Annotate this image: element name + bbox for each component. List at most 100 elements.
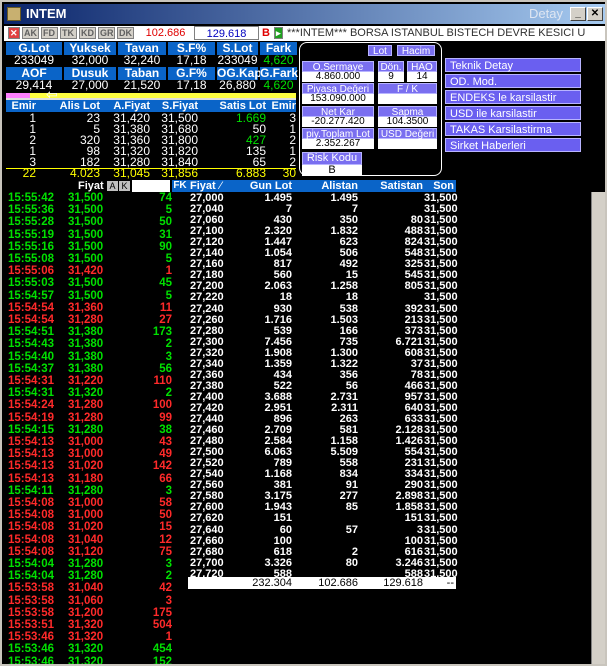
- trade-time: 15:55:42: [8, 192, 55, 204]
- trade-row: 15:53:46 31,320 454: [6, 643, 186, 656]
- summary-value2-2: 21,520: [123, 78, 161, 92]
- trade-price: 31,280: [68, 314, 104, 326]
- trade-time: 15:55:06: [8, 265, 55, 278]
- orderbook-cell: 735: [339, 335, 358, 348]
- close-tab-icon[interactable]: ✕: [8, 27, 20, 39]
- orderbook-cell: 27,640: [190, 523, 224, 536]
- trade-price: 31,500: [68, 228, 104, 241]
- orderbook-cell: 60: [279, 523, 292, 536]
- trade-lot: 3: [165, 484, 172, 497]
- orderbook-total: 102.686: [318, 577, 358, 589]
- trade-row: 15:53:58 31,040 42: [6, 582, 186, 595]
- orderbook-cell: 100: [404, 534, 423, 547]
- orderbook-cell: 151: [273, 512, 292, 525]
- toolbar-button-tk[interactable]: TK: [60, 27, 77, 39]
- trade-row: 15:53:46 31,320 152: [6, 655, 186, 666]
- trade-price: 31,380: [68, 338, 104, 351]
- trade-lot: 1: [165, 265, 172, 278]
- trade-row: 15:54:04 31,280 2: [6, 570, 186, 582]
- trade-price: 31,000: [68, 497, 104, 509]
- trade-lot: 2: [165, 387, 172, 400]
- scrollbar[interactable]: [591, 192, 605, 664]
- trade-row: 15:54:08 31,000 58: [6, 497, 186, 509]
- depth-total-cell: 6.883: [235, 166, 266, 180]
- trade-price: 31,500: [68, 204, 104, 217]
- trade-row: 15:53:46 31,320 1: [6, 631, 186, 643]
- toolbar-button-fd[interactable]: FD: [41, 27, 58, 39]
- trade-price: 31,380: [68, 362, 104, 375]
- trade-price: 31,000: [68, 509, 104, 522]
- trade-lot: 3: [165, 558, 172, 570]
- fk-button[interactable]: FK: [172, 180, 188, 192]
- trade-row: 15:54:54 31,280 27: [6, 314, 186, 326]
- depth-total-cell: 31,856: [161, 166, 198, 180]
- trade-lot: 15: [159, 521, 172, 534]
- trade-time: 15:54:08: [8, 521, 55, 534]
- trade-lot: 152: [152, 655, 172, 666]
- orderbook-row: 27,280 539 166 373 31,500: [188, 324, 458, 337]
- trade-price: 31,280: [68, 484, 104, 497]
- trade-time: 15:53:46: [8, 643, 55, 656]
- trade-filter-input[interactable]: [132, 180, 170, 192]
- sapma-value: 104.3500: [378, 117, 437, 127]
- orderbook-header-2: Alistan: [321, 180, 358, 192]
- trade-lot: 90: [159, 240, 172, 253]
- trade-price: 31,500: [68, 240, 104, 253]
- trade-price: 31,420: [68, 265, 104, 278]
- menu-item-3[interactable]: USD ile karsilastir: [445, 106, 581, 120]
- toolbar-button-ak[interactable]: AK: [22, 27, 39, 39]
- trade-row: 15:54:04 31,280 3: [6, 558, 186, 570]
- orderbook-total: --: [446, 577, 454, 589]
- trade-price: 31,320: [68, 387, 104, 400]
- trade-lot: 100: [152, 399, 172, 412]
- close-icon[interactable]: ✕: [587, 7, 603, 21]
- app-window: INTEM Detay _ ✕ ✕ AK FD TK KD GR DK 102.686 1…: [0, 0, 607, 666]
- orderbook-cell: 538: [339, 302, 358, 315]
- orderbook-cell: 31,500: [424, 534, 458, 547]
- trade-row: 15:54:08 31,120 75: [6, 546, 186, 558]
- orderbook-cell: 27,660: [190, 534, 224, 547]
- menu-item-2[interactable]: ENDEKS le karsilastir: [445, 90, 581, 104]
- sort-k-button[interactable]: K: [119, 181, 130, 191]
- trade-time: 15:54:37: [8, 362, 55, 375]
- trade-row: 15:55:03 31,500 45: [6, 278, 186, 290]
- toolbar-button-kd[interactable]: KD: [79, 27, 96, 39]
- trade-lot: 42: [159, 582, 172, 595]
- summary-value2-4: 26,880: [219, 78, 256, 92]
- toolbar-button-gr[interactable]: GR: [98, 27, 115, 39]
- orderbook-cell: 27,280: [190, 324, 224, 337]
- news-ticker: ***INTEM*** BORSA ISTANBUL BISTECH DEVRE…: [287, 27, 586, 39]
- minimize-icon[interactable]: _: [570, 7, 586, 21]
- orderbook-row: 27,260 1.716 1.503 213 31,500: [188, 313, 458, 326]
- sort-a-button[interactable]: A: [107, 181, 118, 191]
- piy-toplam-value: 2.352.267: [302, 139, 374, 149]
- trade-price: 31,280: [68, 411, 104, 424]
- arrow-right-icon[interactable]: ▸: [274, 27, 283, 39]
- orderbook-cell: 3: [416, 523, 423, 536]
- trade-lot: 11: [159, 301, 172, 314]
- menu-item-1[interactable]: OD. Mod.: [445, 74, 581, 88]
- trade-row: 15:54:19 31,280 99: [6, 411, 186, 424]
- trade-row: 15:54:54 31,360 11: [6, 301, 186, 314]
- menu-item-5[interactable]: Sirket Haberleri: [445, 138, 581, 152]
- usd-value: [378, 139, 437, 149]
- orderbook-cell: 27,220: [190, 291, 224, 304]
- lot-button[interactable]: Lot: [368, 45, 392, 57]
- menu-item-0[interactable]: Teknik Detay: [445, 58, 581, 72]
- orderbook-total: 232.304: [252, 577, 292, 589]
- orderbook-cell: 27,700: [190, 556, 224, 569]
- trade-time: 15:54:31: [8, 387, 55, 400]
- orderbook-cell: 85: [345, 501, 358, 514]
- trade-price: 31,000: [68, 448, 104, 461]
- trade-price: 31,500: [68, 192, 104, 204]
- trade-time: 15:54:24: [8, 399, 55, 412]
- toolbar-button-dk[interactable]: DK: [117, 27, 134, 39]
- orderbook-header-0[interactable]: Fiyat: [190, 180, 220, 192]
- trade-row: 15:54:08 31,000 50: [6, 509, 186, 522]
- trade-time: 15:54:13: [8, 436, 55, 448]
- depth-total-cell: 4.023: [69, 166, 100, 180]
- hacim-button[interactable]: Hacim: [397, 45, 435, 57]
- menu-item-4[interactable]: TAKAS Karsilastirma: [445, 122, 581, 136]
- orderbook-cell: 213: [404, 313, 423, 326]
- title-bar[interactable]: INTEM Detay _ ✕: [4, 4, 605, 24]
